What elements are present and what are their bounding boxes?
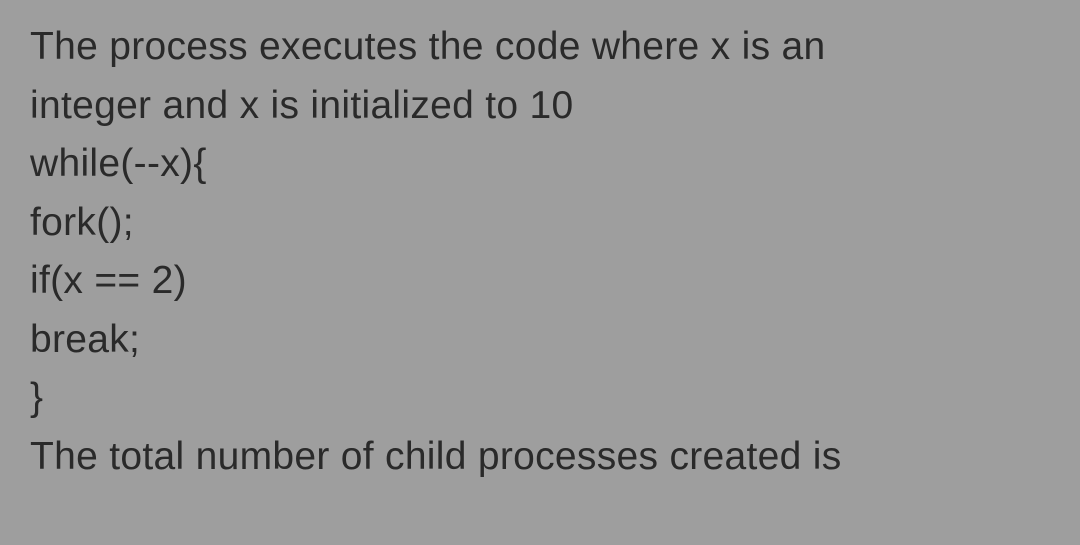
code-line-break: break; [30, 311, 1050, 370]
code-line-close-brace: } [30, 369, 1050, 428]
question-text-line-2: integer and x is initialized to 10 [30, 77, 1050, 136]
question-text-line-3: The total number of child processes crea… [30, 428, 1050, 487]
question-text-line-1: The process executes the code where x is… [30, 18, 1050, 77]
code-line-fork: fork(); [30, 194, 1050, 253]
code-line-while: while(--x){ [30, 135, 1050, 194]
code-line-if: if(x == 2) [30, 252, 1050, 311]
